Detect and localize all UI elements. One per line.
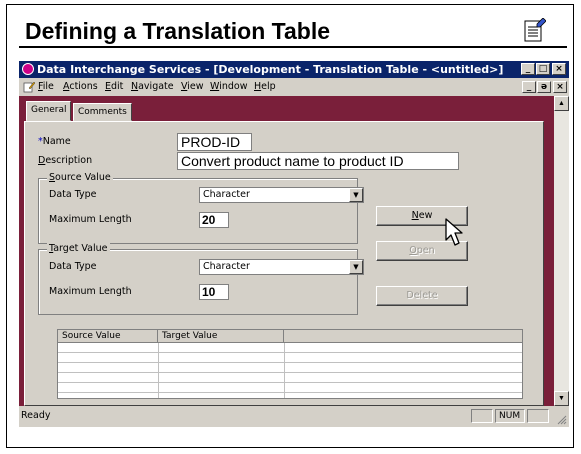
window-titlebar[interactable]: Data Interchange Services - [Development… [19, 61, 569, 78]
column-header-target-value[interactable]: Target Value [158, 330, 284, 342]
description-label: Description [38, 155, 93, 166]
source-max-length-label: Maximum Length [49, 214, 132, 225]
menu-bar: File Actions Edit Navigate View Window H… [19, 78, 569, 96]
name-label: *Name [38, 136, 71, 147]
menu-navigate[interactable]: Navigate [131, 78, 174, 96]
source-data-type-select[interactable]: Character ▼ [199, 187, 364, 203]
num-lock-indicator: NUM [495, 409, 525, 423]
mouse-pointer-icon [445, 218, 463, 246]
table-row[interactable] [58, 343, 522, 353]
column-header-source-value[interactable]: Source Value [58, 330, 158, 342]
target-data-type-label: Data Type [49, 261, 97, 272]
source-data-type-label: Data Type [49, 189, 97, 200]
menu-edit[interactable]: Edit [105, 78, 123, 96]
vertical-scrollbar[interactable]: ▲ ▼ [554, 96, 569, 406]
target-max-length-field[interactable]: 10 [199, 284, 229, 300]
document-edit-icon [524, 18, 546, 42]
mdi-close-button[interactable]: × [553, 81, 567, 93]
menu-window[interactable]: Window [210, 78, 247, 96]
target-max-length-label: Maximum Length [49, 286, 132, 297]
title-rule [19, 46, 567, 48]
target-value-group: Target Value Data Type Character ▼ Maxim… [38, 243, 364, 315]
document-pencil-icon [23, 81, 35, 93]
app-icon [22, 63, 34, 75]
minimize-button[interactable]: _ [521, 63, 535, 75]
tab-comments[interactable]: Comments [73, 103, 132, 121]
chevron-down-icon[interactable]: ▼ [349, 188, 363, 202]
target-value-group-label: Target Value [47, 243, 110, 254]
table-row[interactable] [58, 353, 522, 363]
table-row[interactable] [58, 383, 522, 393]
source-data-type-value: Character [203, 189, 250, 200]
target-data-type-select[interactable]: Character ▼ [199, 259, 364, 275]
description-field[interactable]: Convert product name to product ID [177, 152, 459, 170]
maximize-button[interactable]: □ [536, 63, 550, 75]
status-panel-blank [471, 409, 493, 423]
slide-title: Defining a Translation Table [25, 18, 331, 44]
source-value-group-label: Source Value [47, 172, 113, 183]
window-title: Data Interchange Services - [Development… [37, 63, 504, 76]
table-row[interactable] [58, 363, 522, 373]
menu-view[interactable]: View [181, 78, 204, 96]
scroll-up-icon[interactable]: ▲ [554, 96, 569, 111]
status-bar: Ready NUM [19, 406, 569, 427]
delete-button[interactable]: Delete [376, 286, 468, 306]
close-button[interactable]: × [552, 63, 566, 75]
status-text: Ready [21, 410, 51, 421]
resize-grip-icon[interactable] [557, 415, 567, 425]
chevron-down-icon[interactable]: ▼ [349, 260, 363, 274]
source-max-length-field[interactable]: 20 [199, 212, 229, 228]
status-panel-blank-2 [527, 409, 549, 423]
target-data-type-value: Character [203, 261, 250, 272]
source-value-group: Source Value Data Type Character ▼ Maxim… [38, 172, 364, 244]
table-row[interactable] [58, 373, 522, 383]
mdi-restore-button[interactable]: ǝ [537, 81, 551, 93]
menu-help[interactable]: Help [254, 78, 276, 96]
tab-general[interactable]: General [26, 101, 72, 121]
table-header: Source Value Target Value [58, 330, 522, 343]
mdi-minimize-button[interactable]: _ [522, 81, 536, 93]
translation-values-table[interactable]: Source Value Target Value [57, 329, 523, 399]
scroll-down-icon[interactable]: ▼ [554, 391, 569, 406]
menu-actions[interactable]: Actions [63, 78, 98, 96]
column-header-empty [284, 330, 522, 342]
menu-file[interactable]: File [38, 78, 54, 96]
name-field[interactable]: PROD-ID [177, 133, 252, 151]
